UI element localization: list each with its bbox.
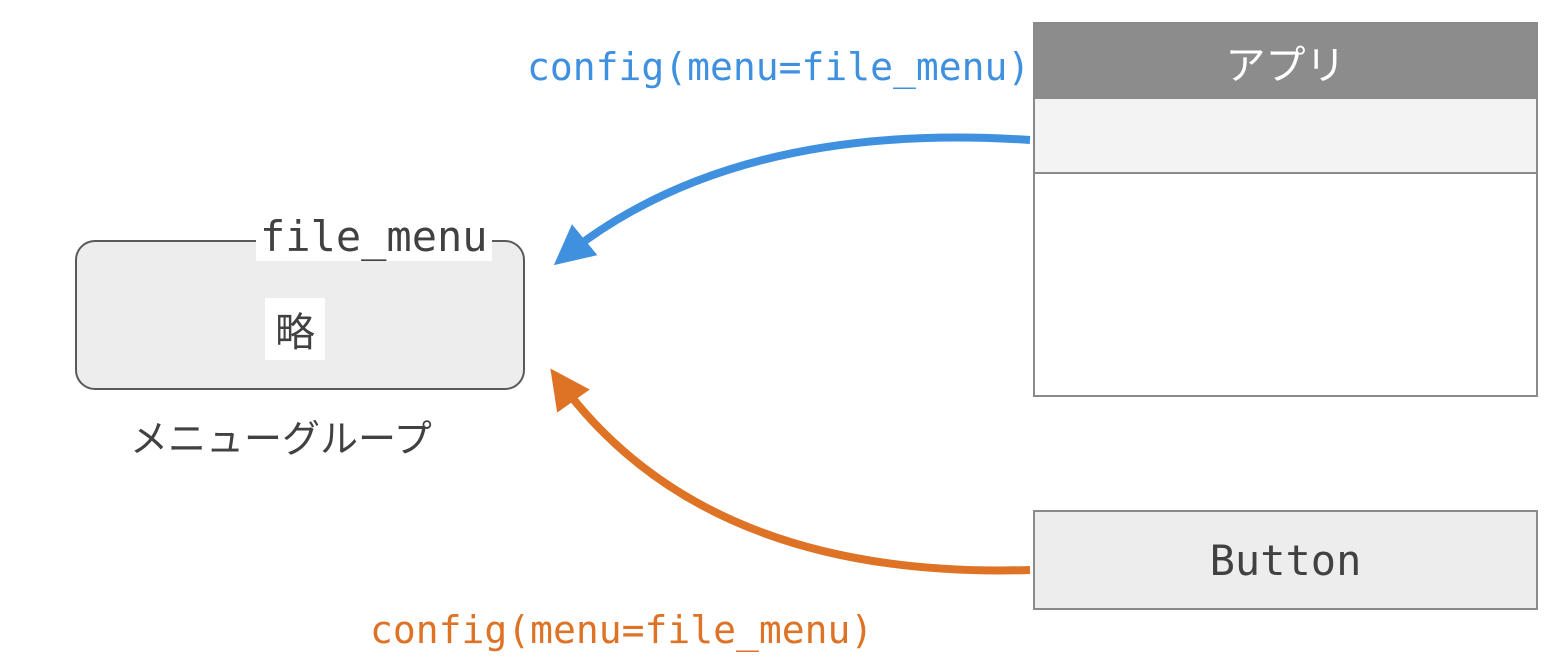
app-titlebar: アプリ [1035,24,1536,99]
file-menu-title: file_menu [256,212,492,261]
config-label-top: config(menu=file_menu) [527,45,1030,89]
arrow-app-to-menu [560,138,1030,261]
app-window: アプリ [1033,22,1538,397]
app-menubar [1035,99,1536,174]
button-widget: Button [1033,510,1538,610]
arrow-button-to-menu [555,375,1030,570]
button-label: Button [1210,536,1362,585]
file-menu-caption: メニューグループ [130,408,432,463]
config-label-bottom: config(menu=file_menu) [370,608,873,652]
file-menu-inner-label: 略 [265,298,325,360]
app-title: アプリ [1226,33,1346,91]
